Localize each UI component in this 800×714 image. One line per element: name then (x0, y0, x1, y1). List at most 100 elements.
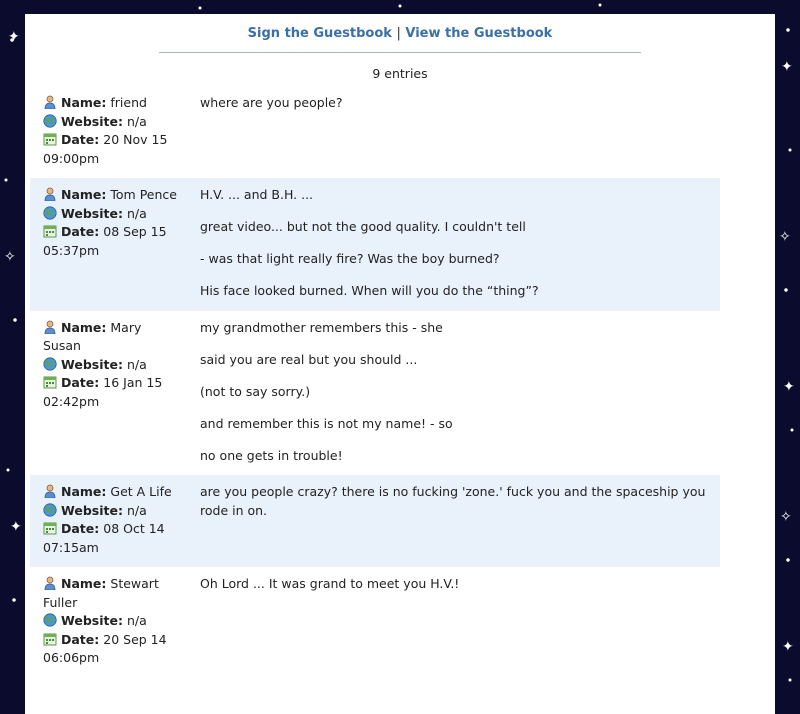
date-label: Date: (61, 631, 100, 647)
entry-message-line: great video... but not the good quality.… (200, 219, 526, 234)
date-label: Date: (61, 521, 100, 536)
entry-message-line: my grandmother remembers this - she (200, 319, 443, 335)
divider (159, 52, 641, 53)
nav-separator: | (396, 26, 401, 41)
star-decoration: ✦ (10, 519, 22, 535)
entry-date: 16 Jan 15 (103, 375, 163, 390)
guestbook-nav: Sign the Guestbook | View the Guestbook (25, 26, 775, 41)
globe-icon (43, 502, 61, 518)
person-icon (43, 187, 61, 202)
guestbook-entry: Name: Get A Life Website: n/a Date: 08 O… (30, 475, 720, 567)
entry-name-row: Name: Get A Life (43, 483, 180, 502)
website-label: Website: (61, 502, 123, 518)
globe-icon (43, 113, 61, 129)
entry-website-row: Website: n/a (43, 356, 180, 375)
entry-meta: Name: Tom Pence Website: n/a Date: 08 Se… (30, 186, 180, 301)
globe-icon (43, 613, 61, 628)
entry-message-line: said you are real but you should ... (200, 351, 418, 367)
star-decoration: ✦ (781, 59, 793, 75)
entry-website: n/a (126, 205, 147, 221)
person-icon (43, 95, 61, 110)
star-decoration: ✧ (4, 249, 16, 265)
star-decoration: ✦ (782, 639, 794, 655)
entry-date: 20 Nov 15 (103, 132, 168, 147)
entry-message-line: and remember this is not my name! - so (200, 415, 453, 431)
entry-message: Oh Lord ... It was grand to meet you H.V… (180, 575, 720, 668)
globe-icon (43, 205, 61, 221)
entry-date-row: Date: 16 Jan 15 02:42pm (43, 374, 180, 411)
entry-name-row: Name: Stewart Fuller (43, 575, 180, 612)
entry-time: 09:00pm (43, 150, 100, 166)
entry-name-row: Name: Mary Susan (43, 319, 180, 356)
entry-message-line: (not to say sorry.) (200, 383, 311, 399)
entry-date: 08 Sep 15 (103, 224, 167, 239)
date-label: Date: (61, 132, 100, 147)
entry-message: where are you people? (180, 94, 720, 168)
entry-message-line: where are you people? (200, 95, 343, 110)
entry-website-row: Website: n/a (43, 502, 180, 521)
calendar-icon (43, 632, 61, 647)
guestbook-entry: Name: Mary Susan Website: n/a Date: 16 J… (30, 311, 720, 476)
name-label: Name: (61, 187, 107, 202)
entry-date: 08 Oct 14 (103, 521, 165, 536)
entry-message-line: no one gets in trouble! (200, 447, 343, 463)
person-icon (43, 484, 61, 499)
calendar-icon (43, 521, 61, 536)
name-label: Name: (61, 319, 107, 335)
star-decoration: ✧ (779, 229, 791, 245)
entry-meta: Name: friend Website: n/a Date: 20 Nov 1… (30, 94, 180, 168)
entry-time: 05:37pm (43, 242, 100, 258)
view-guestbook-link[interactable]: View the Guestbook (405, 26, 552, 41)
entry-message: H.V. ... and B.H. ... great video... but … (180, 186, 720, 301)
entry-meta: Name: Mary Susan Website: n/a Date: 16 J… (30, 319, 180, 466)
date-label: Date: (61, 224, 100, 239)
entry-name-row: Name: friend (43, 94, 180, 113)
entry-website: n/a (126, 356, 147, 372)
entry-name: friend (110, 95, 147, 110)
entry-date-row: Date: 08 Sep 15 05:37pm (43, 223, 180, 260)
calendar-icon (43, 224, 61, 239)
globe-icon (43, 356, 61, 372)
entry-time: 02:42pm (43, 393, 100, 409)
entry-message-line: are you people crazy? there is no fuckin… (200, 484, 706, 518)
sign-guestbook-link[interactable]: Sign the Guestbook (248, 26, 392, 41)
entry-list: Name: friend Website: n/a Date: 20 Nov 1… (30, 86, 720, 678)
entry-meta: Name: Stewart Fuller Website: n/a Date: … (30, 575, 180, 668)
entry-count: 9 entries (372, 66, 428, 81)
name-label: Name: (61, 95, 107, 110)
entry-name-row: Name: Tom Pence (43, 186, 180, 205)
star-decoration: ✦ (783, 379, 795, 395)
entry-message: my grandmother remembers this - she said … (180, 319, 720, 466)
calendar-icon (43, 375, 61, 390)
website-label: Website: (61, 205, 123, 221)
entry-date-row: Date: 20 Sep 14 06:06pm (43, 631, 180, 668)
entry-message: are you people crazy? there is no fuckin… (180, 483, 720, 557)
website-label: Website: (61, 613, 123, 628)
entry-name: Get A Life (110, 484, 172, 499)
entry-message-line: His face looked burned. When will you do… (200, 283, 539, 298)
entry-message-line: H.V. ... and B.H. ... (200, 187, 314, 202)
website-label: Website: (61, 113, 123, 129)
entry-name: Tom Pence (110, 187, 177, 202)
star-decoration: ✦ (8, 29, 20, 45)
date-label: Date: (61, 375, 100, 390)
name-label: Name: (61, 576, 107, 591)
name-label: Name: (61, 484, 107, 499)
entry-website-row: Website: n/a (43, 612, 180, 631)
entry-website-row: Website: n/a (43, 113, 180, 132)
entry-date-row: Date: 08 Oct 14 07:15am (43, 520, 180, 557)
calendar-icon (43, 132, 61, 147)
entry-meta: Name: Get A Life Website: n/a Date: 08 O… (30, 483, 180, 557)
entry-time: 06:06pm (43, 650, 100, 665)
entry-message-line: Oh Lord ... It was grand to meet you H.V… (200, 576, 460, 591)
guestbook-entry: Name: Stewart Fuller Website: n/a Date: … (30, 567, 720, 678)
star-decoration: ✧ (780, 509, 792, 525)
entry-website: n/a (126, 613, 147, 628)
website-label: Website: (61, 356, 123, 372)
entry-message-line: - was that light really fire? Was the bo… (200, 251, 500, 266)
person-icon (43, 320, 61, 335)
entry-date-row: Date: 20 Nov 15 09:00pm (43, 131, 180, 168)
guestbook-entry: Name: Tom Pence Website: n/a Date: 08 Se… (30, 178, 720, 311)
entry-time: 07:15am (43, 539, 99, 555)
entry-date: 20 Sep 14 (103, 631, 167, 647)
